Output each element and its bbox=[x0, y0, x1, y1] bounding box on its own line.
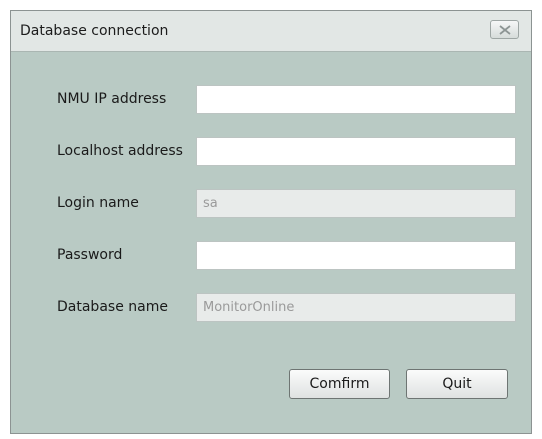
dialog-title: Database connection bbox=[20, 23, 169, 39]
database-name-label: Database name bbox=[57, 299, 168, 315]
close-button[interactable] bbox=[490, 20, 519, 39]
close-x-icon bbox=[499, 25, 511, 35]
localhost-address-input[interactable] bbox=[196, 137, 516, 166]
nmu-ip-address-input[interactable] bbox=[196, 85, 516, 114]
localhost-address-label: Localhost address bbox=[57, 143, 183, 159]
login-name-label: Login name bbox=[57, 195, 139, 211]
password-label: Password bbox=[57, 247, 123, 263]
nmu-ip-address-label: NMU IP address bbox=[57, 91, 167, 107]
database-connection-dialog: Database connection NMU IP address Local… bbox=[10, 10, 532, 434]
title-bar: Database connection bbox=[11, 11, 531, 52]
confirm-button[interactable]: Comfirm bbox=[289, 369, 390, 399]
database-name-input bbox=[196, 293, 516, 322]
quit-button[interactable]: Quit bbox=[406, 369, 508, 399]
login-name-input bbox=[196, 189, 516, 218]
password-input[interactable] bbox=[196, 241, 516, 270]
